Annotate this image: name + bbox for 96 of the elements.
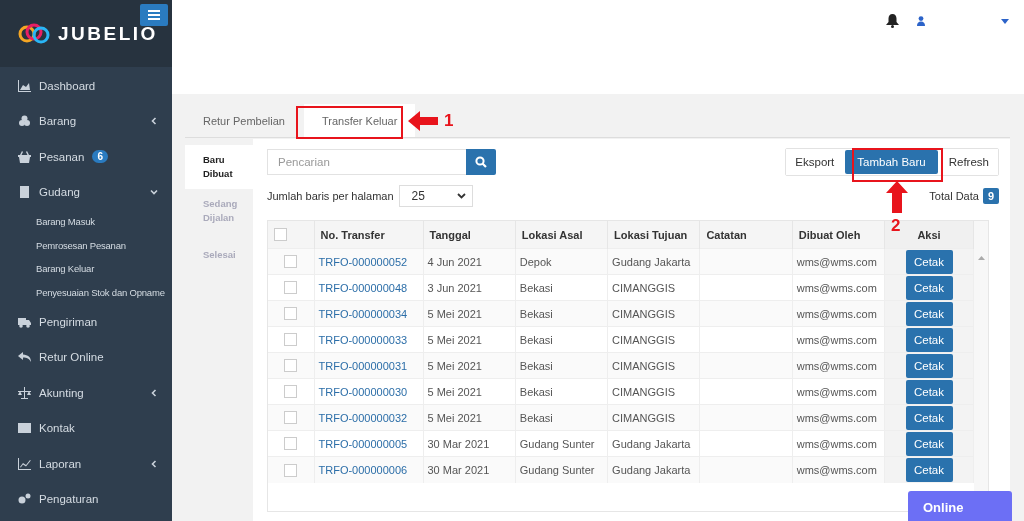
print-button[interactable]: Cetak <box>905 457 953 482</box>
search-button[interactable] <box>466 149 496 175</box>
transfer-link[interactable]: TRFO-000000005 <box>318 437 408 450</box>
print-button[interactable]: Cetak <box>905 327 953 352</box>
arrow-up-icon <box>886 181 908 213</box>
transfer-link[interactable]: TRFO-000000030 <box>318 385 408 398</box>
table-cell: Gudang Sunter <box>515 456 608 483</box>
table-cell: wms@wms.com <box>792 300 885 327</box>
print-button[interactable]: Cetak <box>905 275 953 300</box>
sidebar-item[interactable]: Akunting <box>0 375 172 411</box>
checkbox[interactable] <box>284 255 298 269</box>
table-cell: Gudang Jakarta <box>607 248 700 275</box>
logo-icon <box>18 22 50 45</box>
page-size-label: Jumlah baris per halaman <box>267 190 394 202</box>
menu-button[interactable] <box>140 4 168 26</box>
print-button[interactable]: Cetak <box>905 249 953 274</box>
tab[interactable]: Retur Pembelian <box>190 104 298 137</box>
table-cell: Bekasi <box>515 300 608 327</box>
table-cell: 5 Mei 2021 <box>423 352 516 379</box>
sidebar-item[interactable]: Pengaturan <box>0 481 172 517</box>
search-icon <box>475 156 487 168</box>
search-field[interactable]: Pencarian <box>267 149 466 175</box>
table-cell: wms@wms.com <box>792 352 885 379</box>
step-number: 1 <box>444 111 454 131</box>
cubes-icon <box>18 115 31 128</box>
brand-name: JUBELIO <box>58 22 158 45</box>
scroll-up-icon[interactable] <box>977 256 985 260</box>
print-button[interactable]: Cetak <box>905 301 953 326</box>
checkbox[interactable] <box>284 359 298 373</box>
arrow-left-icon <box>408 111 438 131</box>
table-cell: wms@wms.com <box>792 404 885 431</box>
checkbox[interactable] <box>274 228 287 242</box>
chevron-down-icon <box>456 193 466 199</box>
status-tab[interactable]: Baru Dibuat <box>185 145 253 189</box>
tab[interactable]: Transfer Keluar <box>303 104 416 137</box>
transfer-link[interactable]: TRFO-000000033 <box>318 333 408 346</box>
table-cell: Bekasi <box>515 352 608 379</box>
table-cell: 4 Jun 2021 <box>423 248 516 275</box>
sidebar-item[interactable]: Gudang <box>0 174 172 210</box>
print-button[interactable]: Cetak <box>905 405 953 430</box>
checkbox[interactable] <box>284 307 298 321</box>
table-cell: wms@wms.com <box>792 456 885 483</box>
submenu-item[interactable]: Barang Masuk <box>0 210 172 234</box>
reply-icon <box>18 351 31 364</box>
column-header: Catatan <box>699 221 793 249</box>
chart-icon <box>18 79 31 92</box>
submenu-item[interactable]: Barang Keluar <box>0 257 172 281</box>
caret-icon[interactable] <box>1001 19 1009 24</box>
submenu-item[interactable]: Pemrosesan Pesanan <box>0 233 172 257</box>
checkbox[interactable] <box>284 437 298 451</box>
checkbox[interactable] <box>284 463 298 477</box>
user-icon[interactable] <box>917 16 925 26</box>
menu-icon <box>148 10 160 20</box>
table-cell: 30 Mar 2021 <box>423 456 516 483</box>
sidebar-item[interactable]: Barang <box>0 103 172 139</box>
sidebar-item[interactable]: Laporan <box>0 446 172 482</box>
table-cell: Gudang Jakarta <box>607 456 700 483</box>
scale-icon <box>18 386 31 399</box>
sidebar-item[interactable]: Retur Online <box>0 339 172 375</box>
checkbox[interactable] <box>284 281 298 295</box>
checkbox[interactable] <box>284 333 298 347</box>
table-cell: 5 Mei 2021 <box>423 300 516 327</box>
count-badge: 6 <box>92 150 108 164</box>
total-label: Total Data <box>929 190 979 202</box>
table-cell: wms@wms.com <box>792 248 885 275</box>
transfer-link[interactable]: TRFO-000000048 <box>318 281 408 294</box>
sidebar-item[interactable]: Kontak <box>0 410 172 446</box>
checkbox[interactable] <box>284 385 298 399</box>
column-header: Lokasi Asal <box>515 221 608 249</box>
line-chart-icon <box>18 457 31 470</box>
submenu-item[interactable]: Penyesuaian Stok dan Opname <box>0 280 172 304</box>
truck-icon <box>18 315 31 328</box>
table-cell: CIMANGGIS <box>607 404 700 431</box>
page-size-select[interactable]: 25 <box>398 185 473 207</box>
column-header: Tanggal <box>423 221 516 249</box>
table-cell: CIMANGGIS <box>607 352 700 379</box>
column-header: Dibuat Oleh <box>792 221 885 249</box>
print-button[interactable]: Cetak <box>905 379 953 404</box>
chat-button[interactable]: Online <box>908 491 1012 521</box>
print-button[interactable]: Cetak <box>905 353 953 378</box>
checkbox[interactable] <box>284 411 298 425</box>
table-cell: 5 Mei 2021 <box>423 404 516 431</box>
table-cell: Depok <box>515 248 608 275</box>
add-button[interactable]: Tambah Baru <box>845 150 938 174</box>
basket-icon <box>18 150 31 163</box>
total-badge: 9 <box>982 188 999 204</box>
sidebar-item[interactable]: Dashboard <box>0 68 172 104</box>
bell-icon[interactable] <box>886 14 899 28</box>
column-header: Lokasi Tujuan <box>607 221 700 249</box>
column-header: No. Transfer <box>314 221 423 249</box>
sidebar-item[interactable]: Pesanan 6 <box>0 139 172 175</box>
sidebar-item[interactable]: Pengiriman <box>0 304 172 340</box>
step-number: 2 <box>891 216 901 236</box>
table-cell: Bekasi <box>515 404 608 431</box>
table-cell: CIMANGGIS <box>607 300 700 327</box>
print-button[interactable]: Cetak <box>905 431 953 456</box>
